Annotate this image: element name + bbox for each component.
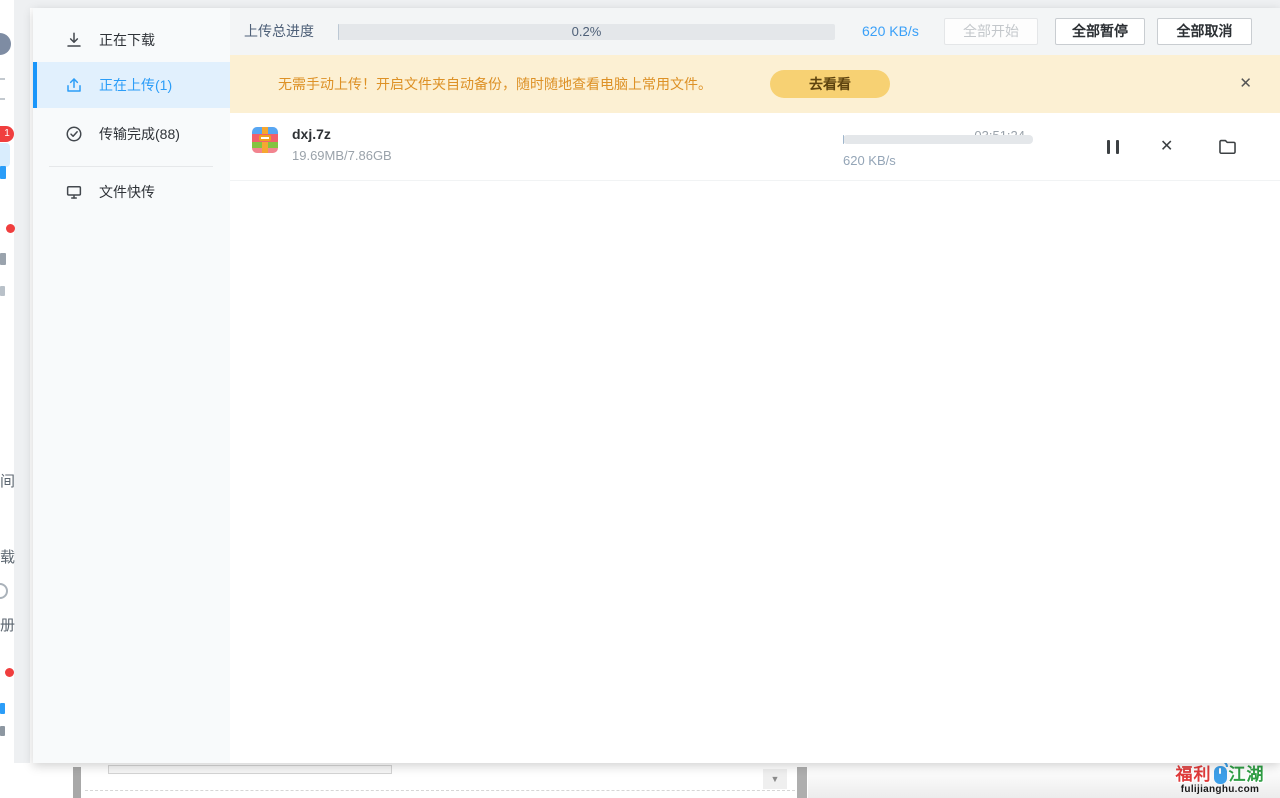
file-progress-bar <box>843 135 1033 144</box>
sidebar-label-fragment: 载 <box>0 549 16 566</box>
red-dot-badge <box>5 668 14 677</box>
nav-item-quick-transfer[interactable]: 文件快传 <box>33 170 230 214</box>
watermark-brand-right: 江湖 <box>1228 765 1265 784</box>
auto-backup-banner: 无需手动上传！开启文件夹自动备份，随时随地查看电脑上常用文件。 去看看 ✕ <box>230 55 1280 113</box>
cancel-icon[interactable]: ✕ <box>1160 137 1173 157</box>
nav-item-label: 文件快传 <box>99 184 155 200</box>
download-icon <box>67 32 81 47</box>
banner-text: 无需手动上传！开启文件夹自动备份，随时随地查看电脑上常用文件。 <box>278 76 712 92</box>
background-input-fragment <box>108 765 392 774</box>
sidebar-label-fragment: 册 <box>0 617 16 634</box>
pause-all-button[interactable]: 全部暂停 <box>1055 18 1145 45</box>
go-see-button[interactable]: 去看看 <box>770 70 890 98</box>
total-progress-percent: 0.2% <box>571 24 602 39</box>
file-speed: 620 KB/s <box>843 153 896 168</box>
dropdown-arrow-button[interactable]: ▼ <box>763 769 787 789</box>
sidebar-icon-fragment <box>0 583 8 599</box>
sidebar-icon-fragment <box>0 703 5 714</box>
sidebar-icon-fragment <box>0 166 6 179</box>
sidebar-label-fragment: 间 <box>0 473 16 490</box>
mouse-icon <box>1213 759 1228 784</box>
sidebar-icon-fragment <box>0 726 5 736</box>
watermark-domain: fulijianghu.com <box>1180 784 1260 795</box>
watermark-brand-left: 福利 <box>1175 765 1212 784</box>
transfer-window: 正在下载 正在上传(1) 传输完成(88) 文件快传 上传总进度 0.2% 62… <box>33 8 1280 763</box>
transfer-content: 上传总进度 0.2% 620 KB/s 全部开始 全部暂停 全部取消 无需手动上… <box>230 8 1280 763</box>
start-all-button[interactable]: 全部开始 <box>944 18 1038 45</box>
check-circle-icon <box>66 126 82 142</box>
watermark-logo: 福利 江湖 fulijianghu.com <box>1165 759 1275 795</box>
notification-badge: 1 <box>0 126 14 142</box>
upload-icon <box>67 78 81 92</box>
transfer-nav-panel: 正在下载 正在上传(1) 传输完成(88) 文件快传 <box>33 8 230 763</box>
file-progress-fill <box>843 135 844 144</box>
cancel-all-button[interactable]: 全部取消 <box>1157 18 1252 45</box>
total-progress-label: 上传总进度 <box>244 23 314 39</box>
red-dot-badge <box>6 224 15 233</box>
sidebar-highlight-fragment <box>0 143 10 167</box>
nav-item-label: 正在上传(1) <box>99 77 173 93</box>
open-folder-icon[interactable] <box>1218 138 1237 160</box>
nav-item-label: 传输完成(88) <box>99 126 180 142</box>
banner-close-icon[interactable]: ✕ <box>1239 75 1252 93</box>
sidebar-fragment <box>0 78 5 80</box>
nav-item-uploading[interactable]: 正在上传(1) <box>33 62 230 108</box>
pause-icon[interactable] <box>1107 140 1123 154</box>
dashed-divider <box>85 790 795 791</box>
file-name: dxj.7z <box>292 126 331 142</box>
nav-divider <box>49 166 213 167</box>
nav-item-label: 正在下载 <box>99 32 155 48</box>
monitor-icon <box>66 186 82 199</box>
file-size-progress: 19.69MB/7.86GB <box>292 148 392 163</box>
window-top-edge <box>30 0 1280 8</box>
window-gap-band <box>14 0 30 763</box>
transfer-row[interactable]: dxj.7z 19.69MB/7.86GB 03:51:24 620 KB/s … <box>230 113 1280 181</box>
background-window-border <box>797 767 807 798</box>
archive-file-icon <box>252 127 278 153</box>
nav-item-downloading[interactable]: 正在下载 <box>33 18 230 62</box>
sidebar-fragment <box>0 98 5 100</box>
total-speed: 620 KB/s <box>862 23 919 39</box>
transfer-toolbar: 上传总进度 0.2% 620 KB/s 全部开始 全部暂停 全部取消 <box>230 8 1280 55</box>
sidebar-icon-fragment <box>0 286 5 296</box>
background-window-border <box>73 767 81 798</box>
nav-item-completed[interactable]: 传输完成(88) <box>33 112 230 156</box>
avatar <box>0 33 11 55</box>
sidebar-icon-fragment <box>0 253 6 265</box>
